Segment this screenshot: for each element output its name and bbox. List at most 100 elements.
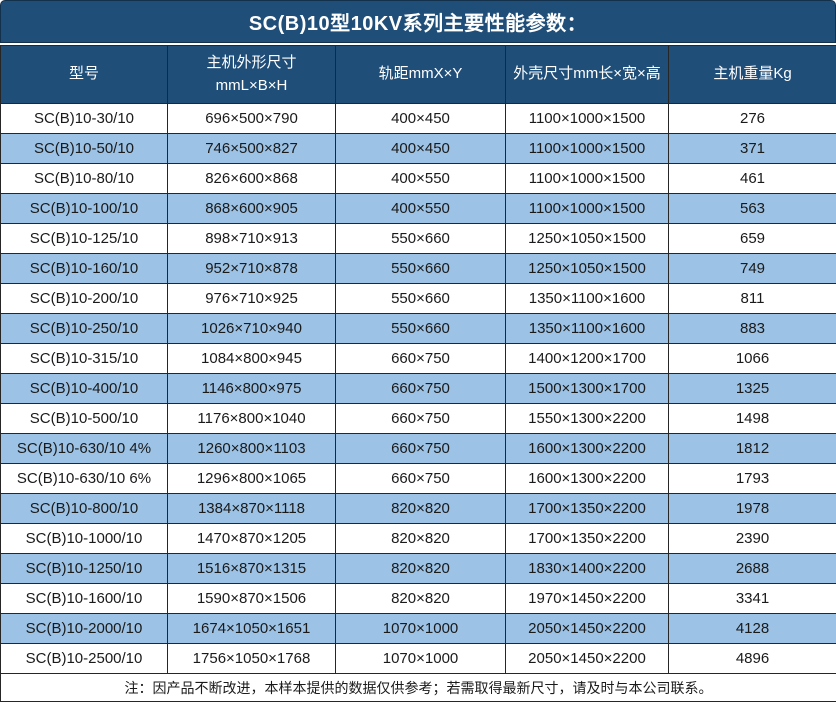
- cell-model: SC(B)10-630/10 4%: [1, 434, 168, 464]
- col-header-weight: 主机重量Kg: [669, 46, 836, 104]
- table-row: SC(B)10-800/101384×870×1118820×8201700×1…: [1, 494, 836, 524]
- cell-model: SC(B)10-200/10: [1, 284, 168, 314]
- cell-model: SC(B)10-315/10: [1, 344, 168, 374]
- cell-dimensions: 1026×710×940: [168, 314, 336, 344]
- cell-dimensions: 1756×1050×1768: [168, 644, 336, 674]
- cell-dimensions: 1296×800×1065: [168, 464, 336, 494]
- cell-model: SC(B)10-400/10: [1, 374, 168, 404]
- cell-dimensions: 1384×870×1118: [168, 494, 336, 524]
- cell-shell: 1100×1000×1500: [506, 164, 669, 194]
- col-header-dimensions: 主机外形尺寸 mmL×B×H: [168, 46, 336, 104]
- cell-model: SC(B)10-2500/10: [1, 644, 168, 674]
- table-row: SC(B)10-125/10898×710×913550×6601250×105…: [1, 224, 836, 254]
- table-header: 型号 主机外形尺寸 mmL×B×H 轨距mmX×Y 外壳尺寸mm长×宽×高 主机…: [1, 46, 836, 104]
- table-row: SC(B)10-50/10746×500×827400×4501100×1000…: [1, 134, 836, 164]
- cell-shell: 1970×1450×2200: [506, 584, 669, 614]
- table-row: SC(B)10-200/10976×710×925550×6601350×110…: [1, 284, 836, 314]
- cell-weight: 461: [669, 164, 836, 194]
- cell-gauge: 660×750: [336, 374, 506, 404]
- cell-model: SC(B)10-80/10: [1, 164, 168, 194]
- cell-dimensions: 952×710×878: [168, 254, 336, 284]
- cell-weight: 1066: [669, 344, 836, 374]
- spec-table: 型号 主机外形尺寸 mmL×B×H 轨距mmX×Y 外壳尺寸mm长×宽×高 主机…: [0, 45, 836, 702]
- cell-weight: 3341: [669, 584, 836, 614]
- cell-model: SC(B)10-30/10: [1, 104, 168, 134]
- cell-gauge: 550×660: [336, 254, 506, 284]
- cell-shell: 1830×1400×2200: [506, 554, 669, 584]
- cell-gauge: 660×750: [336, 434, 506, 464]
- cell-gauge: 400×450: [336, 134, 506, 164]
- cell-dimensions: 898×710×913: [168, 224, 336, 254]
- col-header-gauge: 轨距mmX×Y: [336, 46, 506, 104]
- cell-gauge: 1070×1000: [336, 644, 506, 674]
- cell-model: SC(B)10-1250/10: [1, 554, 168, 584]
- cell-model: SC(B)10-125/10: [1, 224, 168, 254]
- col-header-weight-label: 主机重量Kg: [669, 63, 836, 86]
- spec-sheet: SC(B)10型10KV系列主要性能参数： 型号 主机外形尺寸 mmL×B×H …: [0, 0, 836, 702]
- cell-gauge: 820×820: [336, 524, 506, 554]
- cell-model: SC(B)10-500/10: [1, 404, 168, 434]
- table-row: SC(B)10-2000/101674×1050×16511070×100020…: [1, 614, 836, 644]
- cell-shell: 1350×1100×1600: [506, 284, 669, 314]
- col-header-shell-label: 外壳尺寸mm长×宽×高: [506, 63, 668, 86]
- cell-dimensions: 696×500×790: [168, 104, 336, 134]
- cell-dimensions: 1176×800×1040: [168, 404, 336, 434]
- cell-shell: 1700×1350×2200: [506, 524, 669, 554]
- cell-gauge: 400×550: [336, 164, 506, 194]
- cell-gauge: 400×550: [336, 194, 506, 224]
- cell-gauge: 550×660: [336, 314, 506, 344]
- cell-model: SC(B)10-250/10: [1, 314, 168, 344]
- cell-shell: 1600×1300×2200: [506, 434, 669, 464]
- table-row: SC(B)10-80/10826×600×868400×5501100×1000…: [1, 164, 836, 194]
- cell-shell: 1250×1050×1500: [506, 224, 669, 254]
- cell-shell: 1600×1300×2200: [506, 464, 669, 494]
- table-row: SC(B)10-400/101146×800×975660×7501500×13…: [1, 374, 836, 404]
- table-row: SC(B)10-2500/101756×1050×17681070×100020…: [1, 644, 836, 674]
- cell-weight: 563: [669, 194, 836, 224]
- cell-dimensions: 1260×800×1103: [168, 434, 336, 464]
- cell-weight: 276: [669, 104, 836, 134]
- col-header-model-label: 型号: [1, 63, 167, 86]
- cell-model: SC(B)10-1600/10: [1, 584, 168, 614]
- cell-weight: 371: [669, 134, 836, 164]
- cell-dimensions: 826×600×868: [168, 164, 336, 194]
- cell-shell: 1100×1000×1500: [506, 194, 669, 224]
- page-title-bar: SC(B)10型10KV系列主要性能参数：: [0, 0, 836, 43]
- cell-shell: 1550×1300×2200: [506, 404, 669, 434]
- cell-gauge: 550×660: [336, 284, 506, 314]
- cell-shell: 1700×1350×2200: [506, 494, 669, 524]
- col-header-model: 型号: [1, 46, 168, 104]
- cell-dimensions: 1590×870×1506: [168, 584, 336, 614]
- cell-model: SC(B)10-100/10: [1, 194, 168, 224]
- cell-weight: 2688: [669, 554, 836, 584]
- cell-dimensions: 746×500×827: [168, 134, 336, 164]
- note-text: 注：因产品不断改进，本样本提供的数据仅供参考；若需取得最新尺寸，请及时与本公司联…: [1, 674, 836, 702]
- cell-dimensions: 1470×870×1205: [168, 524, 336, 554]
- table-row: SC(B)10-630/10 4%1260×800×1103660×750160…: [1, 434, 836, 464]
- cell-gauge: 660×750: [336, 404, 506, 434]
- cell-dimensions: 1674×1050×1651: [168, 614, 336, 644]
- cell-gauge: 1070×1000: [336, 614, 506, 644]
- col-header-dimensions-label: 主机外形尺寸: [168, 52, 335, 75]
- cell-dimensions: 1084×800×945: [168, 344, 336, 374]
- table-row: SC(B)10-630/10 6%1296×800×1065660×750160…: [1, 464, 836, 494]
- cell-shell: 1350×1100×1600: [506, 314, 669, 344]
- cell-weight: 2390: [669, 524, 836, 554]
- cell-shell: 2050×1450×2200: [506, 644, 669, 674]
- cell-weight: 749: [669, 254, 836, 284]
- table-row: SC(B)10-500/101176×800×1040660×7501550×1…: [1, 404, 836, 434]
- cell-weight: 1812: [669, 434, 836, 464]
- cell-gauge: 400×450: [336, 104, 506, 134]
- col-header-dimensions-sub: mmL×B×H: [168, 75, 335, 98]
- table-row: SC(B)10-100/10868×600×905400×5501100×100…: [1, 194, 836, 224]
- cell-model: SC(B)10-800/10: [1, 494, 168, 524]
- note-row: 注：因产品不断改进，本样本提供的数据仅供参考；若需取得最新尺寸，请及时与本公司联…: [1, 674, 836, 702]
- cell-gauge: 550×660: [336, 224, 506, 254]
- cell-model: SC(B)10-50/10: [1, 134, 168, 164]
- table-body: SC(B)10-30/10696×500×790400×4501100×1000…: [1, 104, 836, 674]
- header-row: 型号 主机外形尺寸 mmL×B×H 轨距mmX×Y 外壳尺寸mm长×宽×高 主机…: [1, 46, 836, 104]
- cell-shell: 2050×1450×2200: [506, 614, 669, 644]
- table-row: SC(B)10-1000/101470×870×1205820×8201700×…: [1, 524, 836, 554]
- table-row: SC(B)10-315/101084×800×945660×7501400×12…: [1, 344, 836, 374]
- cell-dimensions: 976×710×925: [168, 284, 336, 314]
